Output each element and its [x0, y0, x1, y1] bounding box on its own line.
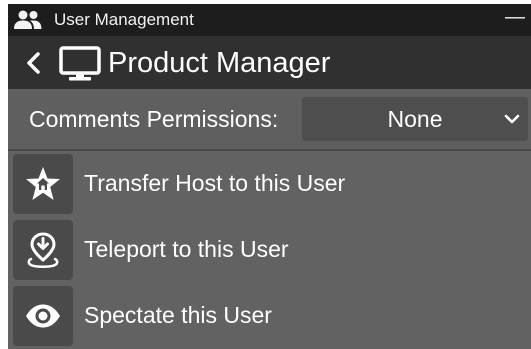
transfer-host-button[interactable]: Transfer Host to this User — [8, 152, 531, 216]
minimize-button[interactable]: — — [505, 6, 525, 28]
page-title: Product Manager — [108, 47, 331, 79]
teleport-label: Teleport to this User — [84, 236, 289, 262]
eye-icon — [26, 304, 60, 328]
monitor-icon — [59, 46, 101, 81]
chevron-left-icon[interactable] — [21, 50, 45, 76]
spectate-icon-box — [13, 286, 73, 346]
user-management-panel: User Management — Product Manager Commen… — [8, 4, 531, 349]
teleport-button[interactable]: Teleport to this User — [8, 218, 531, 282]
star-house-icon — [26, 167, 60, 200]
chevron-down-icon — [504, 114, 520, 124]
window-title: User Management — [54, 10, 194, 29]
people-icon — [14, 10, 42, 29]
transfer-host-label: Transfer Host to this User — [84, 170, 346, 196]
comments-permissions-dropdown[interactable]: None — [302, 97, 528, 141]
spectate-label: Spectate this User — [84, 302, 272, 328]
transfer-host-icon-box — [13, 154, 73, 214]
location-pin-icon — [27, 232, 59, 268]
spectate-button[interactable]: Spectate this User — [8, 284, 531, 348]
teleport-icon-box — [13, 220, 73, 280]
comments-permissions-row: Comments Permissions: None — [8, 89, 531, 151]
dropdown-selected-value: None — [387, 106, 443, 132]
comments-permissions-label: Comments Permissions: — [29, 106, 279, 132]
window-title-bar: User Management — — [8, 4, 531, 36]
page-header: Product Manager — [8, 36, 531, 89]
